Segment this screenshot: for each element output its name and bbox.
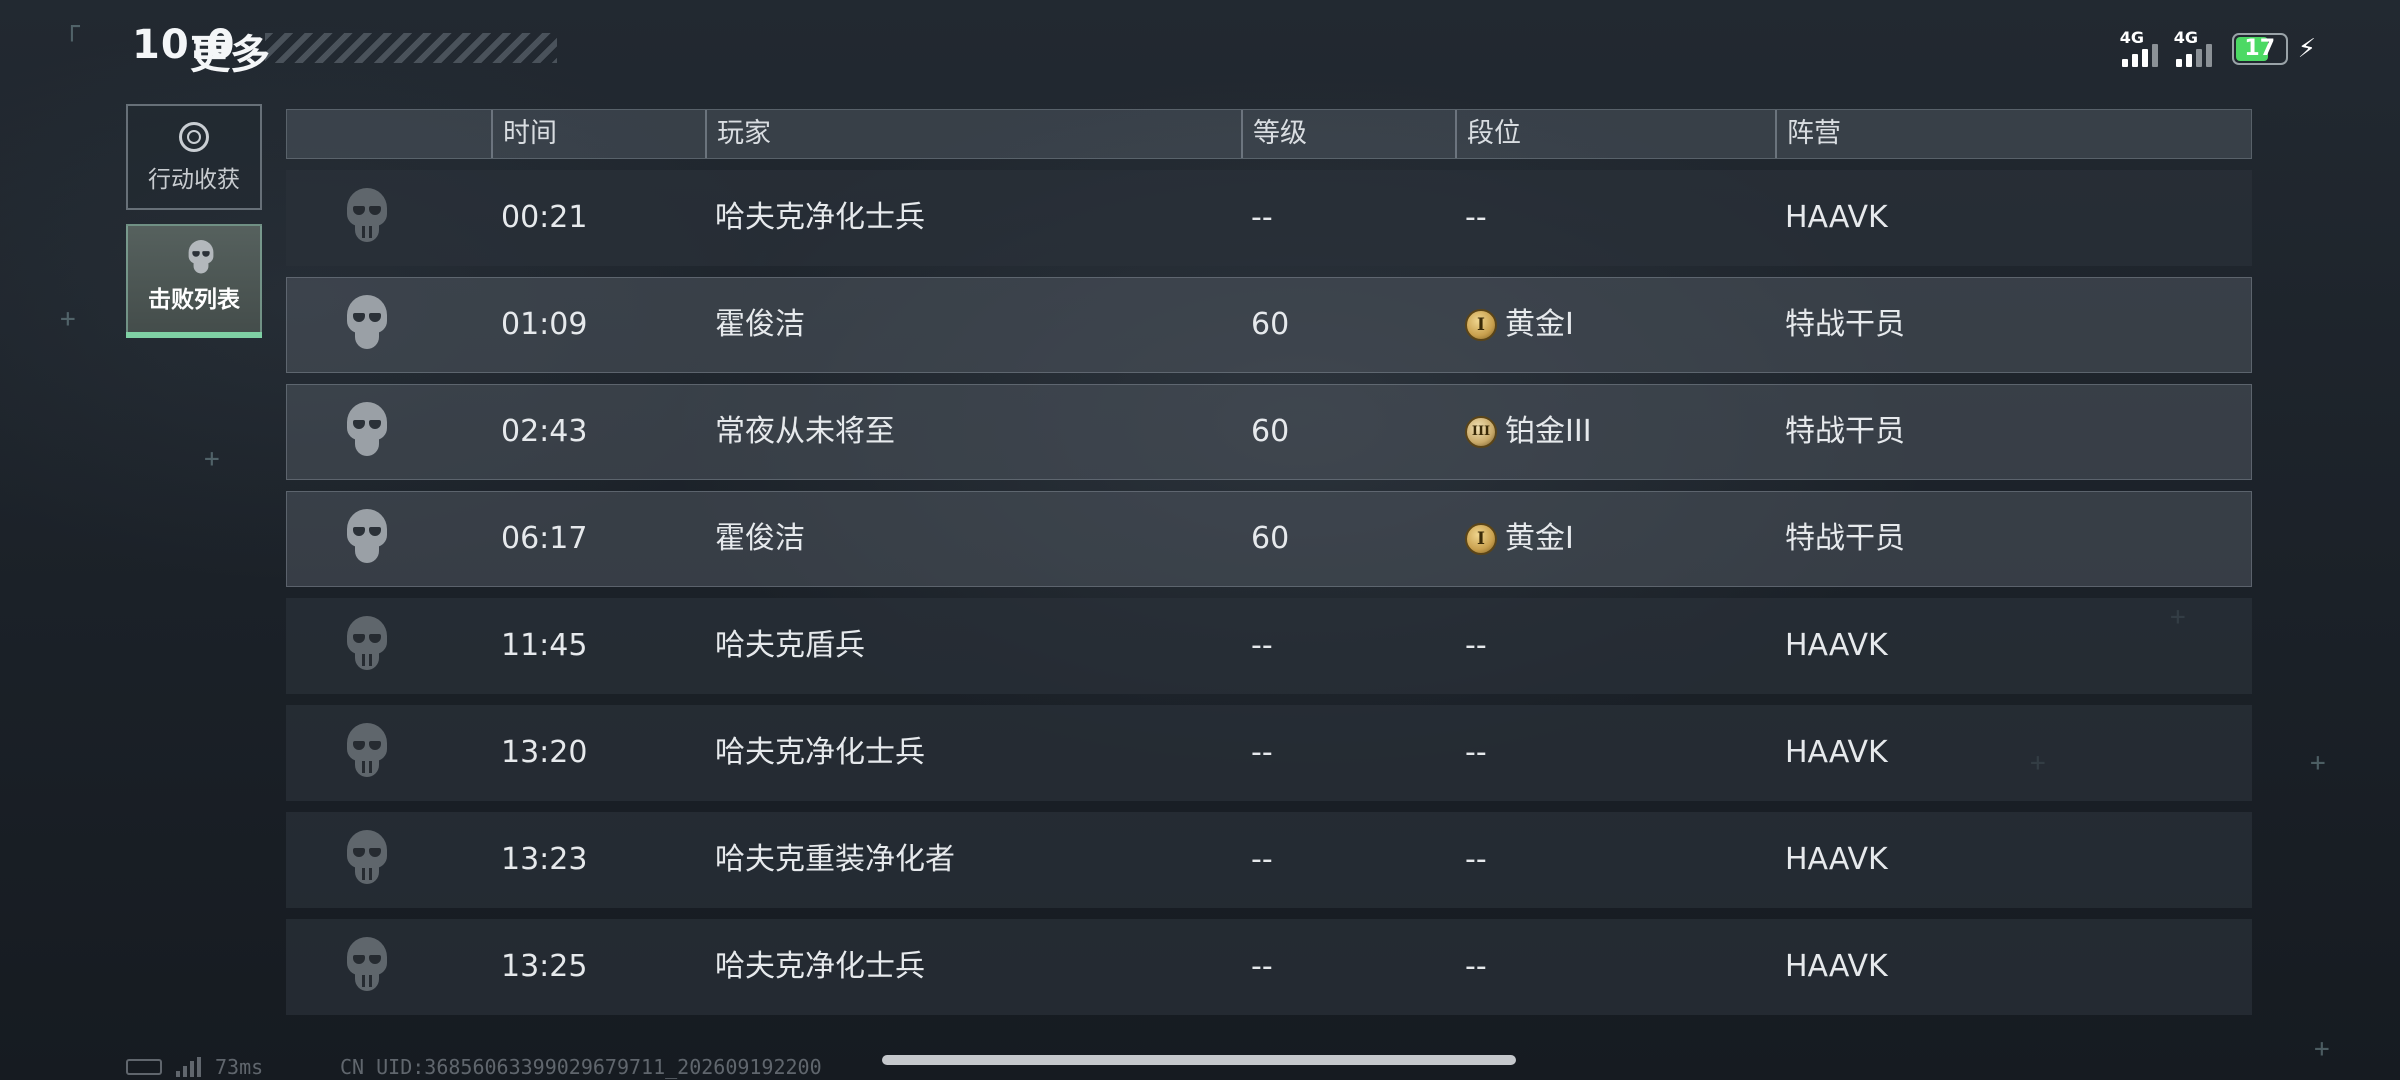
footer-status: 73ms bbox=[126, 1055, 263, 1079]
kill-time: 13:25 bbox=[501, 949, 588, 984]
table-header: 时间 玩家 等级 段位 阵营 bbox=[286, 109, 2252, 159]
player-faction: HAAVK bbox=[1785, 735, 1888, 770]
user-uid: CN UID:3685606339902967971​1_20260919220… bbox=[340, 1055, 822, 1079]
player-level: 60 bbox=[1251, 521, 1290, 556]
player-faction: HAAVK bbox=[1785, 200, 1888, 235]
table-row[interactable]: 11:45 哈夫克盾兵 -- -- HAAVK bbox=[286, 598, 2252, 694]
signal-strength-icon: 4G bbox=[2174, 28, 2212, 67]
sidebar-item-kill-list[interactable]: 击败列表 bbox=[126, 224, 262, 338]
player-level: -- bbox=[1251, 735, 1273, 770]
decorative-crosshair: + bbox=[2314, 1034, 2330, 1064]
skull-icon bbox=[179, 240, 214, 274]
battery-level: 17 bbox=[2244, 36, 2276, 61]
player-level: 60 bbox=[1251, 307, 1290, 342]
decorative-crosshair: + bbox=[2310, 748, 2326, 778]
table-row[interactable]: 06:17 霍俊洁 60 I 黄金I 特战干员 bbox=[286, 491, 2252, 587]
decorative-crosshair: ┌ bbox=[64, 12, 80, 42]
column-header-rank: 段位 bbox=[1455, 110, 1775, 158]
column-header-time: 时间 bbox=[491, 110, 705, 158]
title-decoration bbox=[265, 33, 557, 63]
kill-time: 11:45 bbox=[501, 628, 588, 663]
player-level: -- bbox=[1251, 628, 1273, 663]
table-row[interactable]: 00:21 哈夫克净化士兵 -- -- HAAVK bbox=[286, 170, 2252, 266]
column-header-level: 等级 bbox=[1241, 110, 1455, 158]
status-indicators: 4G 4G 17 ⚡ bbox=[2120, 28, 2316, 67]
player-rank: -- bbox=[1465, 949, 1487, 984]
kill-time: 00:21 bbox=[501, 200, 588, 235]
player-rank: -- bbox=[1465, 735, 1487, 770]
skull-icon bbox=[337, 616, 397, 676]
player-name: 霍俊洁 bbox=[715, 307, 805, 342]
player-rank: I 黄金I bbox=[1465, 278, 1574, 372]
sidebar-item-loot[interactable]: 行动收获 bbox=[126, 104, 262, 210]
player-name: 霍俊洁 bbox=[715, 521, 805, 556]
kill-time: 06:17 bbox=[501, 521, 588, 556]
player-level: 60 bbox=[1251, 414, 1290, 449]
table-row[interactable]: 13:23 哈夫克重装净化者 -- -- HAAVK bbox=[286, 812, 2252, 908]
skull-icon bbox=[337, 295, 397, 355]
table-row[interactable]: 02:43 常夜从未将至 60 III 铂金III 特战干员 bbox=[286, 384, 2252, 480]
active-indicator bbox=[126, 332, 262, 338]
skull-icon bbox=[337, 937, 397, 997]
page-title: 更多 bbox=[190, 32, 270, 78]
player-level: -- bbox=[1251, 949, 1273, 984]
rank-label: 黄金I bbox=[1505, 521, 1574, 556]
skull-icon bbox=[337, 509, 397, 569]
battery-icon: 17 bbox=[2231, 32, 2288, 65]
player-name: 哈夫克重装净化者 bbox=[715, 842, 955, 877]
skull-icon bbox=[337, 723, 397, 783]
loot-icon bbox=[179, 122, 209, 152]
player-rank: -- bbox=[1465, 842, 1487, 877]
column-header-player: 玩家 bbox=[705, 110, 1241, 158]
skull-icon bbox=[337, 188, 397, 248]
rank-badge-icon: III bbox=[1465, 416, 1497, 448]
skull-icon bbox=[337, 402, 397, 462]
rank-label: 黄金I bbox=[1505, 307, 1574, 342]
player-faction: 特战干员 bbox=[1785, 521, 1905, 556]
bolt-icon: ⚡ bbox=[2297, 33, 2316, 64]
player-name: 哈夫克盾兵 bbox=[715, 628, 865, 663]
player-rank: I 黄金I bbox=[1465, 492, 1574, 586]
sidebar-item-label: 击败列表 bbox=[148, 287, 240, 313]
kill-list-table: 时间 玩家 等级 段位 阵营 00:21 哈夫克净化士兵 -- -- HAAVK… bbox=[286, 109, 2252, 1015]
player-name: 哈夫克净化士兵 bbox=[715, 949, 925, 984]
table-row[interactable]: 13:20 哈夫克净化士兵 -- -- HAAVK bbox=[286, 705, 2252, 801]
rank-badge-icon: I bbox=[1465, 309, 1497, 341]
kill-time: 13:20 bbox=[501, 735, 588, 770]
table-row[interactable]: 01:09 霍俊洁 60 I 黄金I 特战干员 bbox=[286, 277, 2252, 373]
signal-strength-icon: 4G bbox=[2120, 28, 2158, 67]
kill-time: 01:09 bbox=[501, 307, 588, 342]
player-faction: HAAVK bbox=[1785, 842, 1888, 877]
battery-icon bbox=[126, 1059, 162, 1075]
skull-icon bbox=[337, 830, 397, 890]
player-name: 常夜从未将至 bbox=[715, 414, 895, 449]
player-name: 哈夫克净化士兵 bbox=[715, 200, 925, 235]
player-level: -- bbox=[1251, 842, 1273, 877]
rank-label: 铂金III bbox=[1505, 414, 1592, 449]
kill-time: 02:43 bbox=[501, 414, 588, 449]
table-row[interactable]: 13:25 哈夫克净化士兵 -- -- HAAVK bbox=[286, 919, 2252, 1015]
decorative-crosshair: + bbox=[204, 444, 220, 474]
kill-time: 13:23 bbox=[501, 842, 588, 877]
latency-readout: 73ms bbox=[215, 1055, 264, 1079]
rank-badge-icon: I bbox=[1465, 523, 1497, 555]
player-faction: HAAVK bbox=[1785, 628, 1888, 663]
player-rank: -- bbox=[1465, 200, 1487, 235]
player-level: -- bbox=[1251, 200, 1273, 235]
player-faction: HAAVK bbox=[1785, 949, 1888, 984]
column-header-faction: 阵营 bbox=[1775, 110, 2245, 158]
player-faction: 特战干员 bbox=[1785, 414, 1905, 449]
player-faction: 特战干员 bbox=[1785, 307, 1905, 342]
decorative-crosshair: + bbox=[60, 304, 76, 334]
signal-strength-icon bbox=[176, 1057, 201, 1077]
player-rank: -- bbox=[1465, 628, 1487, 663]
home-indicator[interactable] bbox=[882, 1055, 1516, 1065]
player-rank: III 铂金III bbox=[1465, 385, 1592, 479]
sidebar-item-label: 行动收获 bbox=[148, 167, 240, 193]
player-name: 哈夫克净化士兵 bbox=[715, 735, 925, 770]
